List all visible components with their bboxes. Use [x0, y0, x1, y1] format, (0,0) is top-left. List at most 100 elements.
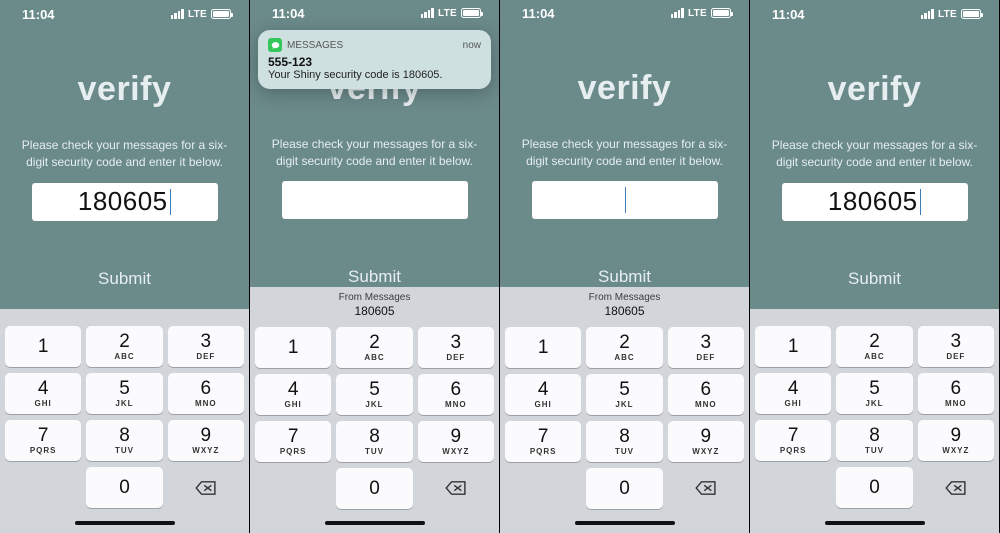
- keypad-key-9[interactable]: 9WXYZ: [168, 420, 244, 461]
- keypad-spacer: [505, 468, 581, 509]
- keypad-key-5[interactable]: 5JKL: [86, 373, 162, 414]
- keypad-delete-button[interactable]: [668, 468, 744, 509]
- security-code-value: 180605: [828, 186, 918, 217]
- keypad-key-9[interactable]: 9WXYZ: [918, 420, 994, 461]
- keypad-key-5[interactable]: 5JKL: [836, 373, 912, 414]
- keypad-spacer: [255, 468, 331, 509]
- instruction-text: Please check your messages for a six-dig…: [750, 137, 999, 171]
- keypad-key-4[interactable]: 4GHI: [5, 373, 81, 414]
- keypad-delete-button[interactable]: [418, 468, 494, 509]
- status-time: 11:04: [22, 7, 55, 22]
- keypad-delete-button[interactable]: [918, 467, 994, 508]
- keypad-key-3[interactable]: 3DEF: [918, 326, 994, 367]
- keypad-key-8[interactable]: 8TUV: [586, 421, 662, 462]
- keypad-key-8[interactable]: 8TUV: [336, 421, 412, 462]
- keypad-key-8[interactable]: 8TUV: [86, 420, 162, 461]
- status-indicators: LTE: [921, 9, 981, 20]
- keypad-key-9[interactable]: 9WXYZ: [668, 421, 744, 462]
- phone-screen-3: 11:04 LTE verify Please check your messages…: [500, 0, 750, 533]
- keypad-key-0[interactable]: 0: [836, 467, 912, 508]
- keypad-key-9[interactable]: 9WXYZ: [418, 421, 494, 462]
- security-code-input[interactable]: 180605: [32, 183, 218, 221]
- keypad-key-4[interactable]: 4GHI: [755, 373, 831, 414]
- backspace-icon: [195, 480, 217, 496]
- backspace-icon: [445, 480, 467, 496]
- numeric-keypad: From Messages180605 12ABC3DEF 4GHI5JKL6MNO…: [250, 287, 499, 513]
- keypad-spacer: [5, 467, 81, 508]
- keypad-autofill-suggestion[interactable]: From Messages180605: [505, 292, 744, 318]
- carrier-label: LTE: [688, 8, 707, 19]
- keypad-key-2[interactable]: 2ABC: [586, 327, 662, 368]
- text-cursor: [625, 187, 627, 213]
- security-code-input[interactable]: 180605: [782, 183, 968, 221]
- keypad-key-3[interactable]: 3DEF: [168, 326, 244, 367]
- status-indicators: LTE: [171, 9, 231, 20]
- page-title: verify: [78, 70, 172, 109]
- text-cursor: [920, 189, 922, 215]
- keypad-key-8[interactable]: 8TUV: [836, 420, 912, 461]
- keypad-key-3[interactable]: 3DEF: [668, 327, 744, 368]
- keypad-key-7[interactable]: 7PQRS: [755, 420, 831, 461]
- submit-button[interactable]: Submit: [348, 267, 401, 287]
- instruction-text: Please check your messages for a six-dig…: [500, 136, 749, 170]
- status-indicators: LTE: [421, 8, 481, 19]
- keypad-key-3[interactable]: 3DEF: [418, 327, 494, 368]
- battery-icon: [711, 8, 731, 18]
- keypad-key-0[interactable]: 0: [86, 467, 162, 508]
- keypad-key-2[interactable]: 2ABC: [836, 326, 912, 367]
- keypad-key-2[interactable]: 2ABC: [336, 327, 412, 368]
- home-indicator[interactable]: [500, 514, 749, 533]
- security-code-input[interactable]: [532, 181, 718, 219]
- keypad-key-7[interactable]: 7PQRS: [255, 421, 331, 462]
- security-code-input[interactable]: [282, 181, 468, 219]
- page-title: verify: [828, 70, 922, 109]
- keypad-autofill-suggestion[interactable]: From Messages180605: [255, 292, 494, 318]
- messages-app-icon: [268, 38, 282, 52]
- numeric-keypad: 12ABC3DEF 4GHI5JKL6MNO 7PQRS8TUV9WXYZ0: [0, 309, 249, 513]
- keypad-key-0[interactable]: 0: [586, 468, 662, 509]
- status-bar: 11:04LTE: [750, 0, 999, 28]
- home-indicator[interactable]: [0, 513, 249, 533]
- backspace-icon: [695, 480, 717, 496]
- keypad-key-7[interactable]: 7PQRS: [5, 420, 81, 461]
- security-code-value: 180605: [78, 186, 168, 217]
- keypad-key-4[interactable]: 4GHI: [505, 374, 581, 415]
- submit-button[interactable]: Submit: [848, 269, 901, 289]
- keypad-key-1[interactable]: 1: [255, 327, 331, 368]
- keypad-key-5[interactable]: 5JKL: [586, 374, 662, 415]
- submit-button[interactable]: Submit: [598, 267, 651, 287]
- keypad-key-6[interactable]: 6MNO: [418, 374, 494, 415]
- keypad-key-6[interactable]: 6MNO: [918, 373, 994, 414]
- status-time: 11:04: [522, 6, 555, 21]
- keypad-key-7[interactable]: 7PQRS: [505, 421, 581, 462]
- messages-notification[interactable]: MESSAGESnow555-123Your Shiny security co…: [258, 30, 491, 89]
- notification-sender: 555-123: [268, 55, 481, 69]
- page-title: verify: [578, 69, 672, 108]
- keypad-key-2[interactable]: 2ABC: [86, 326, 162, 367]
- keypad-key-1[interactable]: 1: [505, 327, 581, 368]
- notification-body: Your Shiny security code is 180605.: [268, 69, 481, 81]
- signal-icon: [171, 9, 184, 19]
- keypad-key-1[interactable]: 1: [755, 326, 831, 367]
- phone-screen-4: 11:04LTE verify Please check your messages…: [750, 0, 1000, 533]
- keypad-key-6[interactable]: 6MNO: [668, 374, 744, 415]
- instruction-text: Please check your messages for a six-dig…: [250, 136, 499, 170]
- keypad-key-0[interactable]: 0: [336, 468, 412, 509]
- home-indicator[interactable]: [750, 513, 999, 533]
- keypad-key-4[interactable]: 4GHI: [255, 374, 331, 415]
- verify-screen: verify Please check your messages for a s…: [750, 28, 999, 309]
- notification-app-label: MESSAGES: [287, 40, 343, 51]
- keypad-key-5[interactable]: 5JKL: [336, 374, 412, 415]
- numeric-keypad: 12ABC3DEF 4GHI5JKL6MNO 7PQRS8TUV9WXYZ0: [750, 309, 999, 513]
- keypad-key-1[interactable]: 1: [5, 326, 81, 367]
- numeric-keypad: From Messages180605 12ABC3DEF 4GHI5JKL6MNO…: [500, 287, 749, 513]
- keypad-key-6[interactable]: 6MNO: [168, 373, 244, 414]
- battery-icon: [211, 9, 231, 19]
- signal-icon: [671, 8, 684, 18]
- home-indicator[interactable]: [250, 514, 499, 533]
- keypad-delete-button[interactable]: [168, 467, 244, 508]
- signal-icon: [921, 9, 934, 19]
- carrier-label: LTE: [188, 9, 207, 20]
- submit-button[interactable]: Submit: [98, 269, 151, 289]
- verify-screen: verifyPlease check your messages for a s…: [0, 28, 249, 309]
